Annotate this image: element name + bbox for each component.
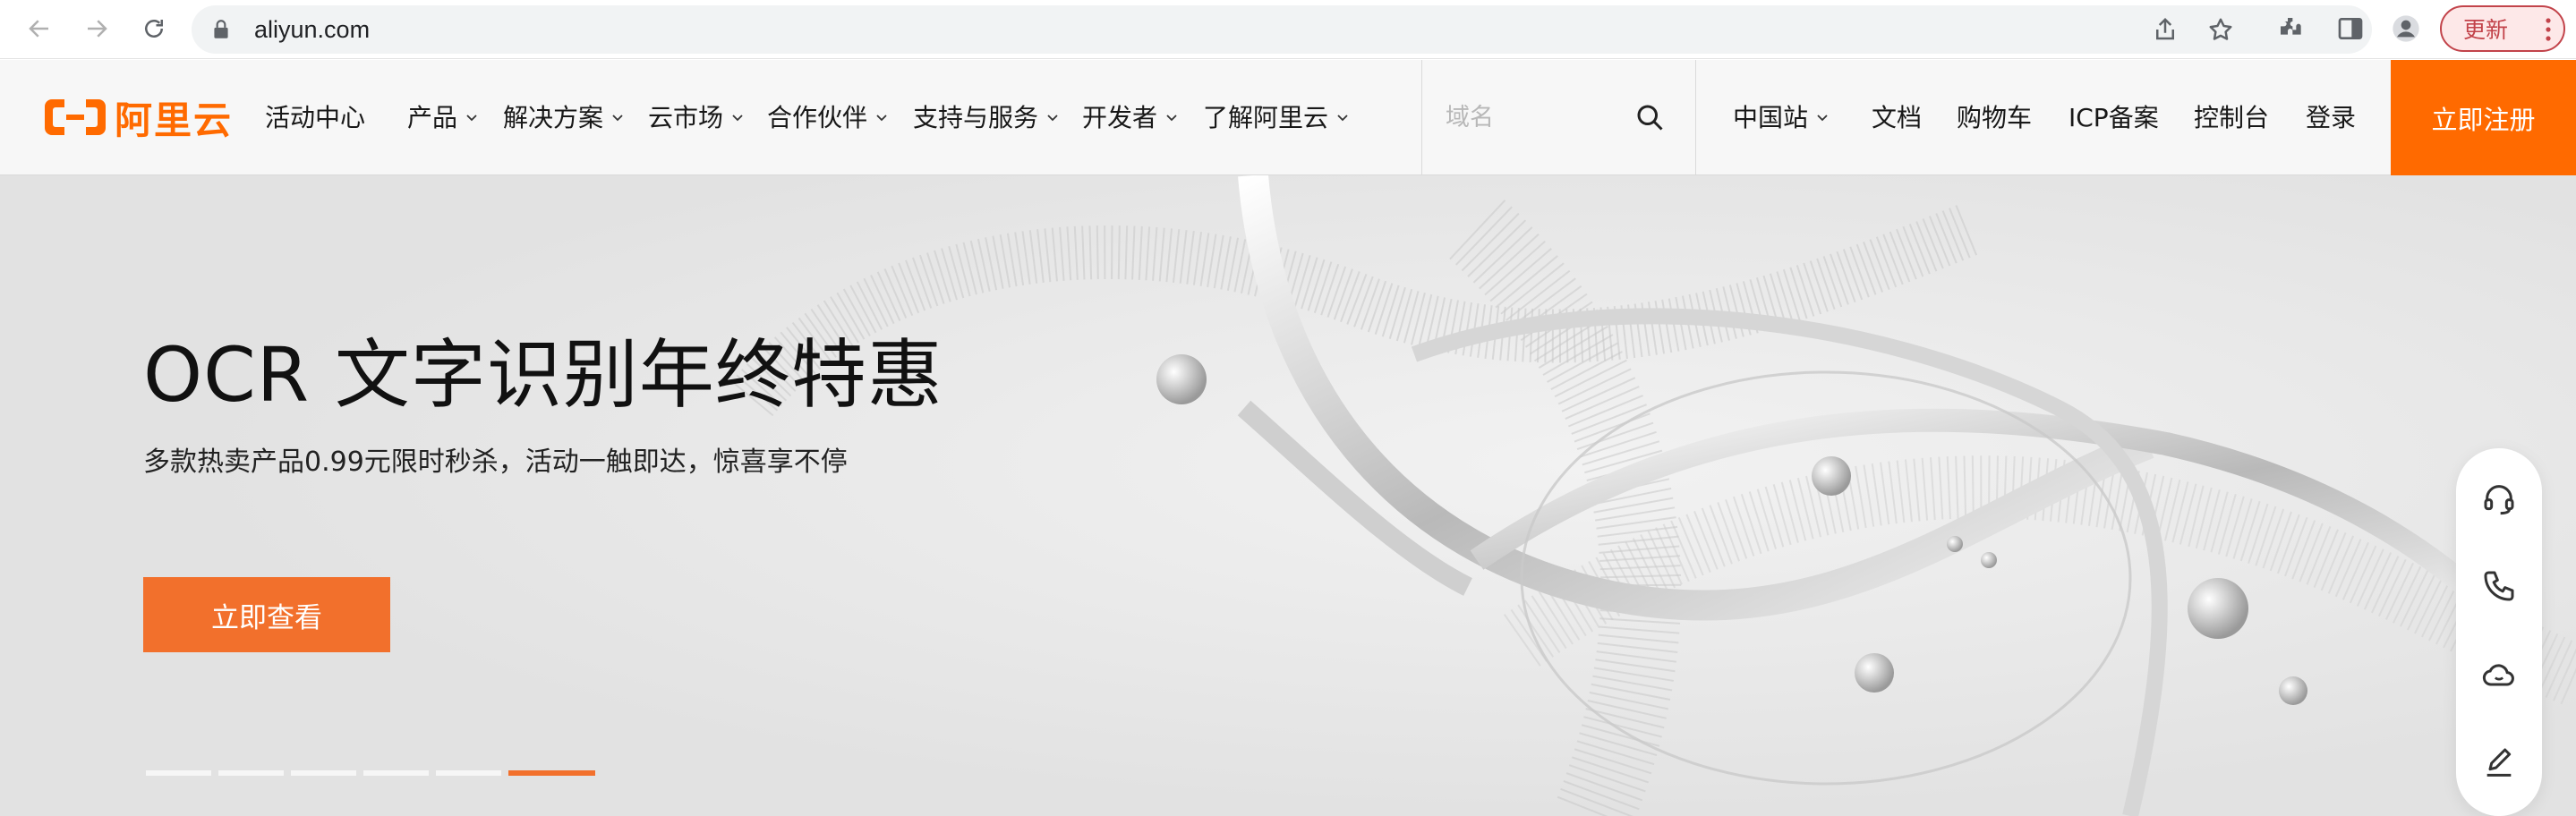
sidepanel-icon[interactable] <box>2336 14 2365 43</box>
chevron-down-icon <box>1817 114 1828 121</box>
chevron-down-icon <box>1166 114 1177 121</box>
reload-button[interactable] <box>134 11 174 47</box>
menu-label: 产品 <box>407 103 458 132</box>
search-icon[interactable] <box>1633 101 1666 133</box>
headset-icon[interactable] <box>2481 480 2517 516</box>
edit-icon[interactable] <box>2481 745 2517 781</box>
chevron-down-icon <box>876 114 887 121</box>
back-icon <box>29 20 48 38</box>
menu-label: 支持与服务 <box>913 103 1039 132</box>
forward-icon <box>88 20 107 38</box>
lock-icon <box>214 20 228 38</box>
region-label: 中国站 <box>1733 103 1809 132</box>
back-button[interactable] <box>20 11 59 47</box>
icp-label: ICP备案 <box>2068 103 2159 132</box>
hero-banner[interactable]: OCR 文字识别年终特惠 多款热卖产品0.99元限时秒杀，活动一触即达，惊喜享不… <box>0 175 2576 816</box>
activity-center-link[interactable]: 活动中心 <box>265 60 365 175</box>
menu-label: 了解阿里云 <box>1203 103 1329 132</box>
docs-link[interactable]: 文档 <box>1872 60 1922 175</box>
register-button[interactable]: 立即注册 <box>2391 60 2576 175</box>
login-label: 登录 <box>2306 103 2357 132</box>
icp-link[interactable]: ICP备案 <box>2068 60 2159 175</box>
menu-label: 云市场 <box>648 103 724 132</box>
forward-button[interactable] <box>77 11 116 47</box>
console-label: 控制台 <box>2194 103 2270 132</box>
update-button[interactable]: 更新 <box>2440 5 2565 52</box>
activity-center-label: 活动中心 <box>265 103 366 132</box>
carousel-indicators <box>146 770 595 776</box>
menu-item-developers[interactable]: 开发者 <box>1082 60 1179 175</box>
aliyun-logo-icon <box>45 99 106 135</box>
view-now-button[interactable]: 立即查看 <box>143 577 390 652</box>
extensions-icon[interactable] <box>2277 14 2306 43</box>
carousel-dot[interactable] <box>436 770 501 776</box>
menu-item-about[interactable]: 了解阿里云 <box>1203 60 1350 175</box>
hero-title: OCR 文字识别年终特惠 <box>143 331 943 419</box>
menu-item-marketplace[interactable]: 云市场 <box>648 60 745 175</box>
carousel-dot[interactable] <box>218 770 284 776</box>
menu-item-support[interactable]: 支持与服务 <box>913 60 1060 175</box>
cart-link[interactable]: 购物车 <box>1957 60 2032 175</box>
carousel-dot[interactable] <box>363 770 429 776</box>
address-bar[interactable]: aliyun.com <box>192 5 2372 54</box>
domain-search-input[interactable] <box>1446 96 1625 139</box>
menu-item-partners[interactable]: 合作伙伴 <box>767 60 889 175</box>
profile-icon[interactable] <box>2392 14 2420 43</box>
menu-label: 开发者 <box>1082 103 1158 132</box>
share-icon[interactable] <box>2152 16 2179 43</box>
hero-subtitle: 多款热卖产品0.99元限时秒杀，活动一触即达，惊喜享不停 <box>143 446 848 478</box>
menu-label: 合作伙伴 <box>767 103 868 132</box>
browser-toolbar: aliyun.com 更新 <box>0 0 2576 59</box>
phone-icon[interactable] <box>2481 568 2517 604</box>
menu-icon[interactable] <box>2546 18 2551 41</box>
menu-item-solutions[interactable]: 解决方案 <box>503 60 625 175</box>
cart-label: 购物车 <box>1957 103 2033 132</box>
carousel-dot-active[interactable] <box>508 770 595 776</box>
update-label: 更新 <box>2463 17 2509 43</box>
menu-label: 解决方案 <box>503 103 604 132</box>
carousel-dot[interactable] <box>291 770 356 776</box>
docs-label: 文档 <box>1872 103 1923 132</box>
site-header: 阿里云 活动中心 产品 解决方案 云市场 合作伙伴 支持与服务 开发者 了解阿里… <box>0 60 2576 175</box>
chevron-down-icon <box>1047 114 1058 121</box>
view-now-label: 立即查看 <box>211 601 322 634</box>
carousel-dot[interactable] <box>146 770 211 776</box>
logo-text: 阿里云 <box>115 98 234 142</box>
reload-icon <box>145 20 163 38</box>
side-toolbar <box>2456 448 2542 816</box>
region-selector[interactable]: 中国站 <box>1733 60 1830 175</box>
register-label: 立即注册 <box>2431 104 2536 135</box>
chevron-down-icon <box>612 114 623 121</box>
cloud-chat-icon[interactable] <box>2481 658 2517 693</box>
console-link[interactable]: 控制台 <box>2194 60 2269 175</box>
menu-item-products[interactable]: 产品 <box>407 60 479 175</box>
hero-abstract-art <box>0 175 2576 816</box>
chevron-down-icon <box>1337 114 1348 121</box>
logo[interactable]: 阿里云 <box>43 94 233 142</box>
star-icon[interactable] <box>2207 16 2234 43</box>
url-text: aliyun.com <box>254 16 371 43</box>
chevron-down-icon <box>466 114 477 121</box>
login-link[interactable]: 登录 <box>2306 60 2356 175</box>
domain-search <box>1421 60 1696 174</box>
chevron-down-icon <box>732 114 743 121</box>
